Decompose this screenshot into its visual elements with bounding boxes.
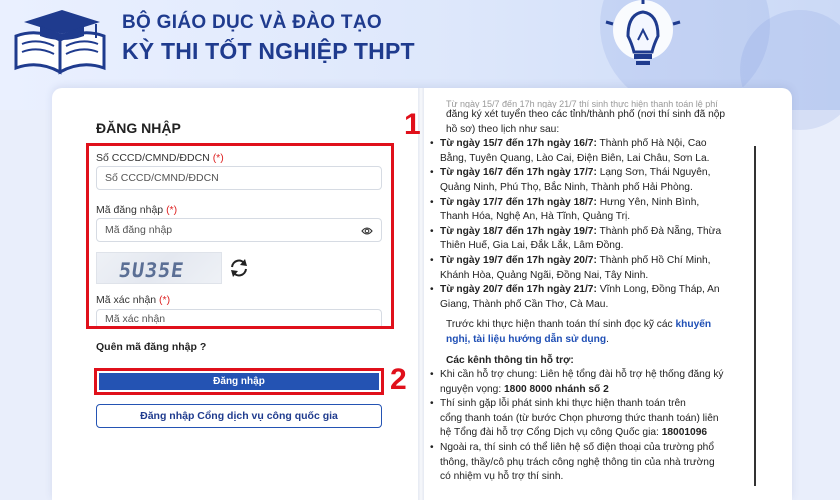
org-name: BỘ GIÁO DỤC VÀ ĐÀO TẠO <box>122 12 382 33</box>
step1-number: 1 <box>404 108 421 141</box>
scrollbar[interactable] <box>754 146 756 486</box>
schedule-item: Từ ngày 19/7 đến 17h ngày 20/7: Thành ph… <box>430 254 752 283</box>
faded-intro: Từ ngày 15/7 đến 17h ngày 21/7 thí sinh … <box>446 100 718 108</box>
payment-info-panel: Từ ngày 15/7 đến 17h ngày 21/7 thí sinh … <box>430 100 752 485</box>
schedule-item: Từ ngày 15/7 đến 17h ngày 16/7: Thành ph… <box>430 137 752 166</box>
support-item: Khi cần hỗ trợ chung: Liên hệ tổng đài h… <box>430 368 752 397</box>
support-item: Thí sinh gặp lỗi phát sinh khi thực hiện… <box>430 397 752 441</box>
forgot-code-link[interactable]: Quên mã đăng nhập ? <box>96 341 206 353</box>
payment-note: Trước khi thực hiện thanh toán thí sinh … <box>446 319 712 345</box>
login-button[interactable]: Đăng nhập <box>99 373 379 390</box>
support-title: Các kênh thông tin hỗ trợ: <box>446 354 574 366</box>
step2-number: 2 <box>390 363 407 396</box>
support-list: Khi cần hỗ trợ chung: Liên hệ tổng đài h… <box>430 368 752 485</box>
intro-line: hồ sơ) theo lịch như sau: <box>446 123 560 135</box>
book-spine <box>418 88 424 500</box>
support-item: Ngoài ra, thí sinh có thể liên hệ số điệ… <box>430 441 752 485</box>
schedule-item: Từ ngày 20/7 đến 17h ngày 21/7: Vĩnh Lon… <box>430 283 752 312</box>
login-title: ĐĂNG NHẬP <box>96 120 181 136</box>
schedule-item: Từ ngày 18/7 đến 17h ngày 19/7: Thành ph… <box>430 225 752 254</box>
national-portal-login-button[interactable]: Đăng nhập Cổng dịch vụ công quốc gia <box>96 404 382 428</box>
schedule-item: Từ ngày 16/7 đến 17h ngày 17/7: Lạng Sơn… <box>430 166 752 195</box>
guidelines-link[interactable]: khuyến <box>675 319 711 330</box>
graduation-book-logo-icon <box>14 10 106 75</box>
highlight-box-step1 <box>86 143 394 329</box>
guidelines-link[interactable]: nghị, tài liệu hướng dẫn sử dụng <box>446 334 606 345</box>
lightbulb-icon <box>605 0 681 65</box>
exam-name: KỲ THI TỐT NGHIỆP THPT <box>122 38 415 64</box>
intro-line: đăng ký xét tuyển theo các tỉnh/thành ph… <box>446 109 726 120</box>
schedule-item: Từ ngày 17/7 đến 17h ngày 18/7: Hưng Yên… <box>430 196 752 225</box>
schedule-list: Từ ngày 15/7 đến 17h ngày 16/7: Thành ph… <box>430 137 752 312</box>
